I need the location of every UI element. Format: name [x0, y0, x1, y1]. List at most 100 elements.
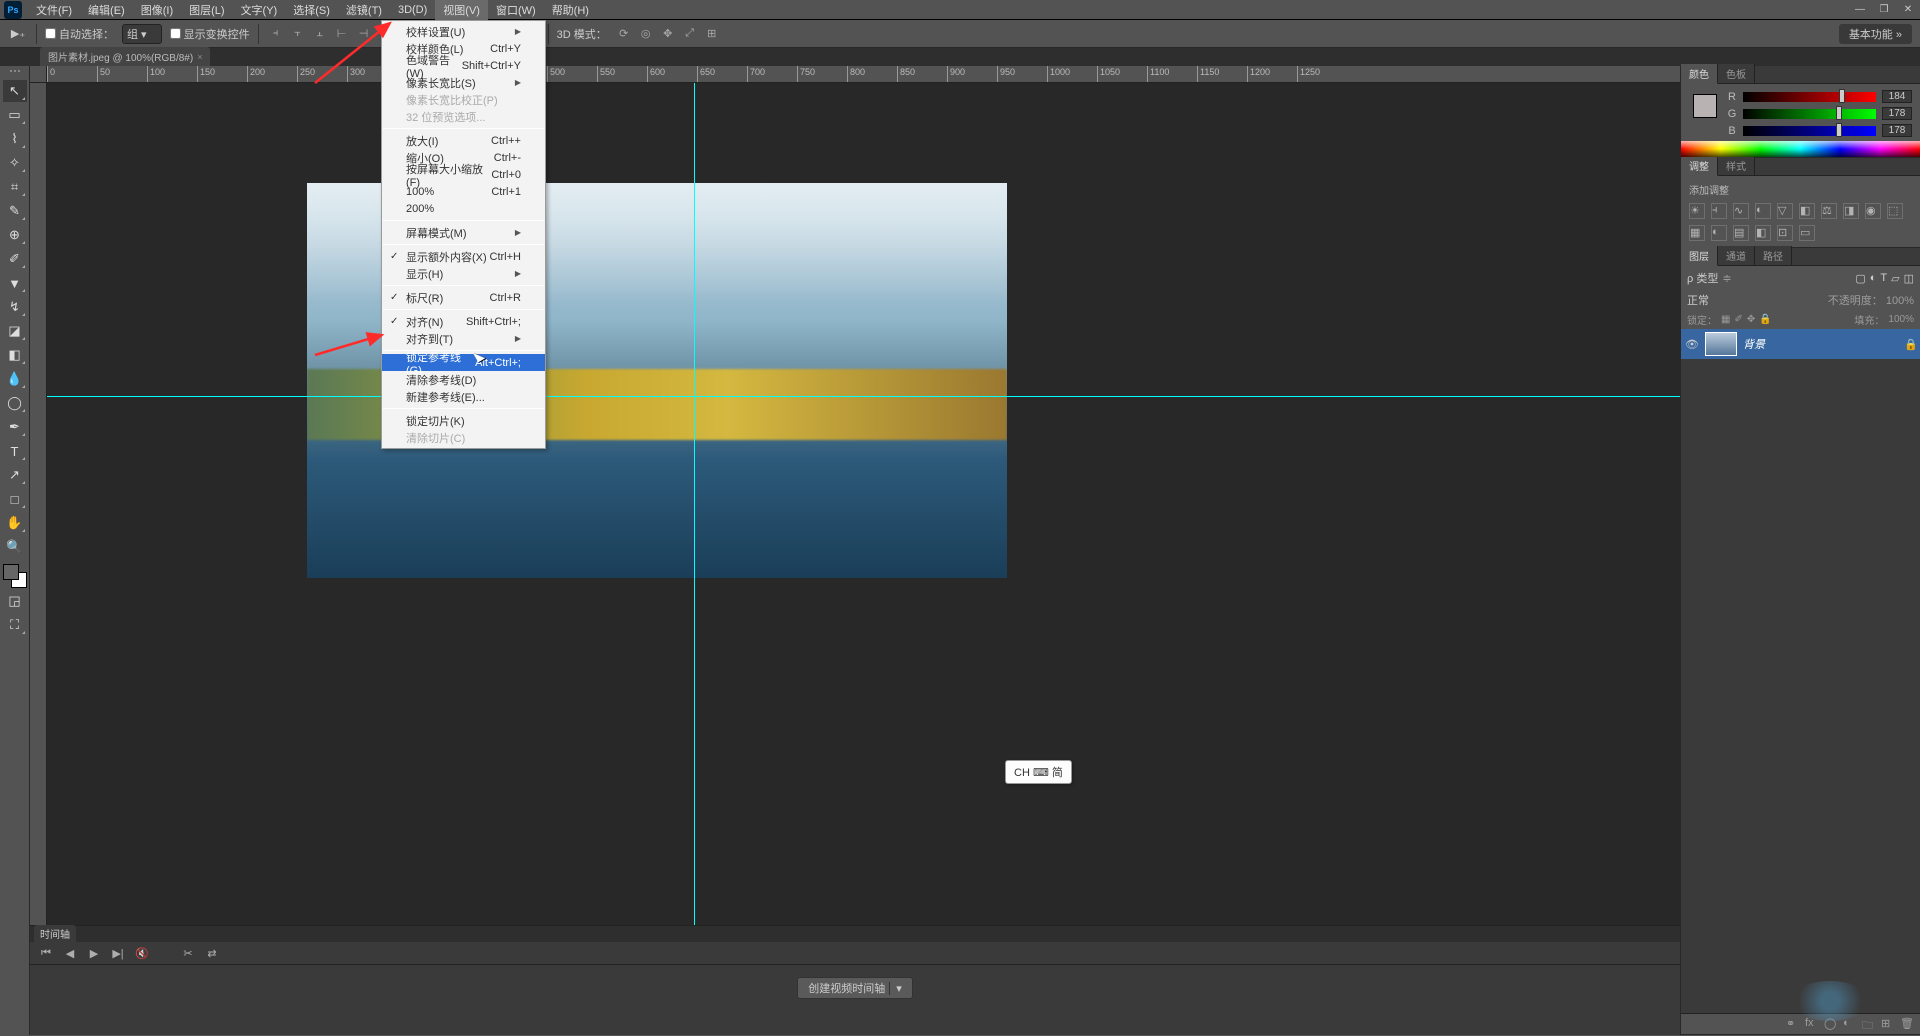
menu-help[interactable]: 帮助(H)	[544, 0, 597, 20]
guide-horizontal[interactable]	[47, 396, 1680, 397]
mode3d-icon[interactable]: ✥	[659, 25, 677, 43]
mode3d-icon[interactable]: ⟳	[615, 25, 633, 43]
adj-brightness-icon[interactable]: ☀	[1689, 203, 1705, 219]
menu-item-锁定参考线G[interactable]: 锁定参考线(G)Alt+Ctrl+;	[382, 354, 545, 371]
maximize-button[interactable]: ❐	[1872, 0, 1896, 20]
swatches-tab[interactable]: 色板	[1718, 64, 1755, 83]
canvas[interactable]	[47, 83, 1680, 1021]
styles-tab[interactable]: 样式	[1718, 156, 1755, 175]
menu-item-校样设置U[interactable]: 校样设置(U)▶	[382, 23, 545, 40]
move-tool[interactable]: ↖	[3, 80, 27, 102]
align-icon[interactable]: ⊣	[355, 25, 373, 43]
menu-item-标尺R[interactable]: ✓标尺(R)Ctrl+R	[382, 289, 545, 306]
minimize-button[interactable]: —	[1848, 0, 1872, 20]
hand-tool[interactable]: ✋	[3, 512, 27, 534]
r-value[interactable]: 184	[1882, 90, 1912, 103]
eraser-tool[interactable]: ◪	[3, 320, 27, 342]
close-window-button[interactable]: ✕	[1896, 0, 1920, 20]
tl-first-frame-icon[interactable]: ⏮	[38, 946, 54, 960]
history-brush-tool[interactable]: ↯	[3, 296, 27, 318]
document-tab-close[interactable]: ×	[197, 52, 202, 62]
tl-transition-icon[interactable]: ⇄	[204, 946, 220, 960]
visibility-icon[interactable]: 👁	[1685, 337, 1699, 351]
menu-item-按屏幕大小缩放F[interactable]: 按屏幕大小缩放(F)Ctrl+0	[382, 166, 545, 183]
menu-item-清除参考线D[interactable]: 清除参考线(D)	[382, 371, 545, 388]
paths-tab[interactable]: 路径	[1755, 246, 1792, 265]
menu-item-屏幕模式M[interactable]: 屏幕模式(M)▶	[382, 224, 545, 241]
tl-audio-icon[interactable]: 🔇	[134, 946, 150, 960]
quickmask-button[interactable]: ◲	[3, 590, 27, 612]
r-slider[interactable]	[1743, 92, 1876, 102]
menu-item-放大I[interactable]: 放大(I)Ctrl++	[382, 132, 545, 149]
color-tab[interactable]: 颜色	[1681, 64, 1718, 84]
adj-gradientmap-icon[interactable]: ▭	[1799, 225, 1815, 241]
menu-3d[interactable]: 3D(D)	[390, 2, 435, 18]
group-icon[interactable]: 🗀	[1862, 1017, 1876, 1031]
adj-posterize-icon[interactable]: ▤	[1733, 225, 1749, 241]
layer-filter-kind[interactable]: ρ 类型	[1687, 270, 1718, 286]
tl-play-icon[interactable]: ▶	[86, 946, 102, 960]
ime-indicator[interactable]: CH ⌨ 简	[1005, 760, 1072, 784]
timeline-tab[interactable]: 时间轴	[34, 925, 76, 942]
adj-photofilter-icon[interactable]: ◉	[1865, 203, 1881, 219]
tl-next-frame-icon[interactable]: ▶|	[110, 946, 126, 960]
auto-select-target[interactable]: 组 ▾	[122, 24, 162, 44]
tl-split-icon[interactable]: ✂	[180, 946, 196, 960]
align-icon[interactable]: ⫠	[311, 25, 329, 43]
adj-vibrance-icon[interactable]: ▽	[1777, 203, 1793, 219]
layer-thumbnail[interactable]	[1705, 332, 1737, 356]
adj-curves-icon[interactable]: ∿	[1733, 203, 1749, 219]
b-value[interactable]: 178	[1882, 124, 1912, 137]
gradient-tool[interactable]: ◧	[3, 344, 27, 366]
g-value[interactable]: 178	[1882, 107, 1912, 120]
brush-tool[interactable]: ✐	[3, 248, 27, 270]
stamp-tool[interactable]: ▼	[3, 272, 27, 294]
lock-all-icon[interactable]: 🔒	[1759, 314, 1771, 325]
filter-shape-icon[interactable]: ▱	[1891, 272, 1899, 285]
tl-prev-frame-icon[interactable]: ◀	[62, 946, 78, 960]
adj-threshold-icon[interactable]: ◧	[1755, 225, 1771, 241]
menu-item-显示额外内容X[interactable]: ✓显示额外内容(X)Ctrl+H	[382, 248, 545, 265]
create-timeline-button[interactable]: 创建视频时间轴 ▾	[797, 977, 913, 999]
menu-item-新建参考线E[interactable]: 新建参考线(E)...	[382, 388, 545, 405]
menu-window[interactable]: 窗口(W)	[488, 0, 544, 20]
auto-select-checkbox[interactable]	[45, 28, 56, 39]
lock-trans-icon[interactable]: ▦	[1721, 314, 1730, 325]
blur-tool[interactable]: 💧	[3, 368, 27, 390]
auto-select-check[interactable]: 自动选择：	[45, 26, 114, 42]
layer-name[interactable]: 背景	[1743, 336, 1765, 352]
menu-item-锁定切片K[interactable]: 锁定切片(K)	[382, 412, 545, 429]
align-icon[interactable]: ⫟	[289, 25, 307, 43]
adj-levels-icon[interactable]: ⫞	[1711, 203, 1727, 219]
menu-file[interactable]: 文件(F)	[28, 0, 80, 20]
current-tool-icon[interactable]: ▶₊	[8, 24, 28, 44]
menu-layer[interactable]: 图层(L)	[181, 0, 232, 20]
mode3d-icon[interactable]: ⊞	[703, 25, 721, 43]
menu-filter[interactable]: 滤镜(T)	[338, 0, 390, 20]
menu-type[interactable]: 文字(Y)	[233, 0, 286, 20]
wand-tool[interactable]: ✧	[3, 152, 27, 174]
link-layers-icon[interactable]: ⚭	[1786, 1017, 1800, 1031]
b-slider[interactable]	[1743, 126, 1876, 136]
align-icon[interactable]: ⫞	[267, 25, 285, 43]
ruler-horizontal[interactable]: 0501001502002503003504004505005506006507…	[47, 66, 1680, 83]
lock-paint-icon[interactable]: ✐	[1734, 314, 1742, 325]
transform-controls-checkbox[interactable]	[170, 28, 181, 39]
new-layer-icon[interactable]: ⊞	[1881, 1017, 1895, 1031]
adj-hue-icon[interactable]: ◧	[1799, 203, 1815, 219]
panel-grip[interactable]	[5, 70, 25, 76]
menu-item-像素长宽比S[interactable]: 像素长宽比(S)▶	[382, 74, 545, 91]
path-tool[interactable]: ↗	[3, 464, 27, 486]
menu-image[interactable]: 图像(I)	[133, 0, 181, 20]
menu-select[interactable]: 选择(S)	[285, 0, 338, 20]
blend-mode-select[interactable]: 正常	[1687, 292, 1709, 308]
mode3d-icon[interactable]: ◎	[637, 25, 655, 43]
adj-invert-icon[interactable]: ◐	[1711, 225, 1727, 241]
menu-item-200[interactable]: 200%	[382, 200, 545, 217]
marquee-tool[interactable]: ▭	[3, 104, 27, 126]
delete-layer-icon[interactable]: 🗑	[1900, 1017, 1914, 1031]
menu-view[interactable]: 视图(V)	[435, 0, 488, 20]
adjustments-tab[interactable]: 调整	[1681, 156, 1718, 176]
menu-item-显示H[interactable]: 显示(H)▶	[382, 265, 545, 282]
zoom-tool[interactable]: 🔍	[3, 536, 27, 558]
